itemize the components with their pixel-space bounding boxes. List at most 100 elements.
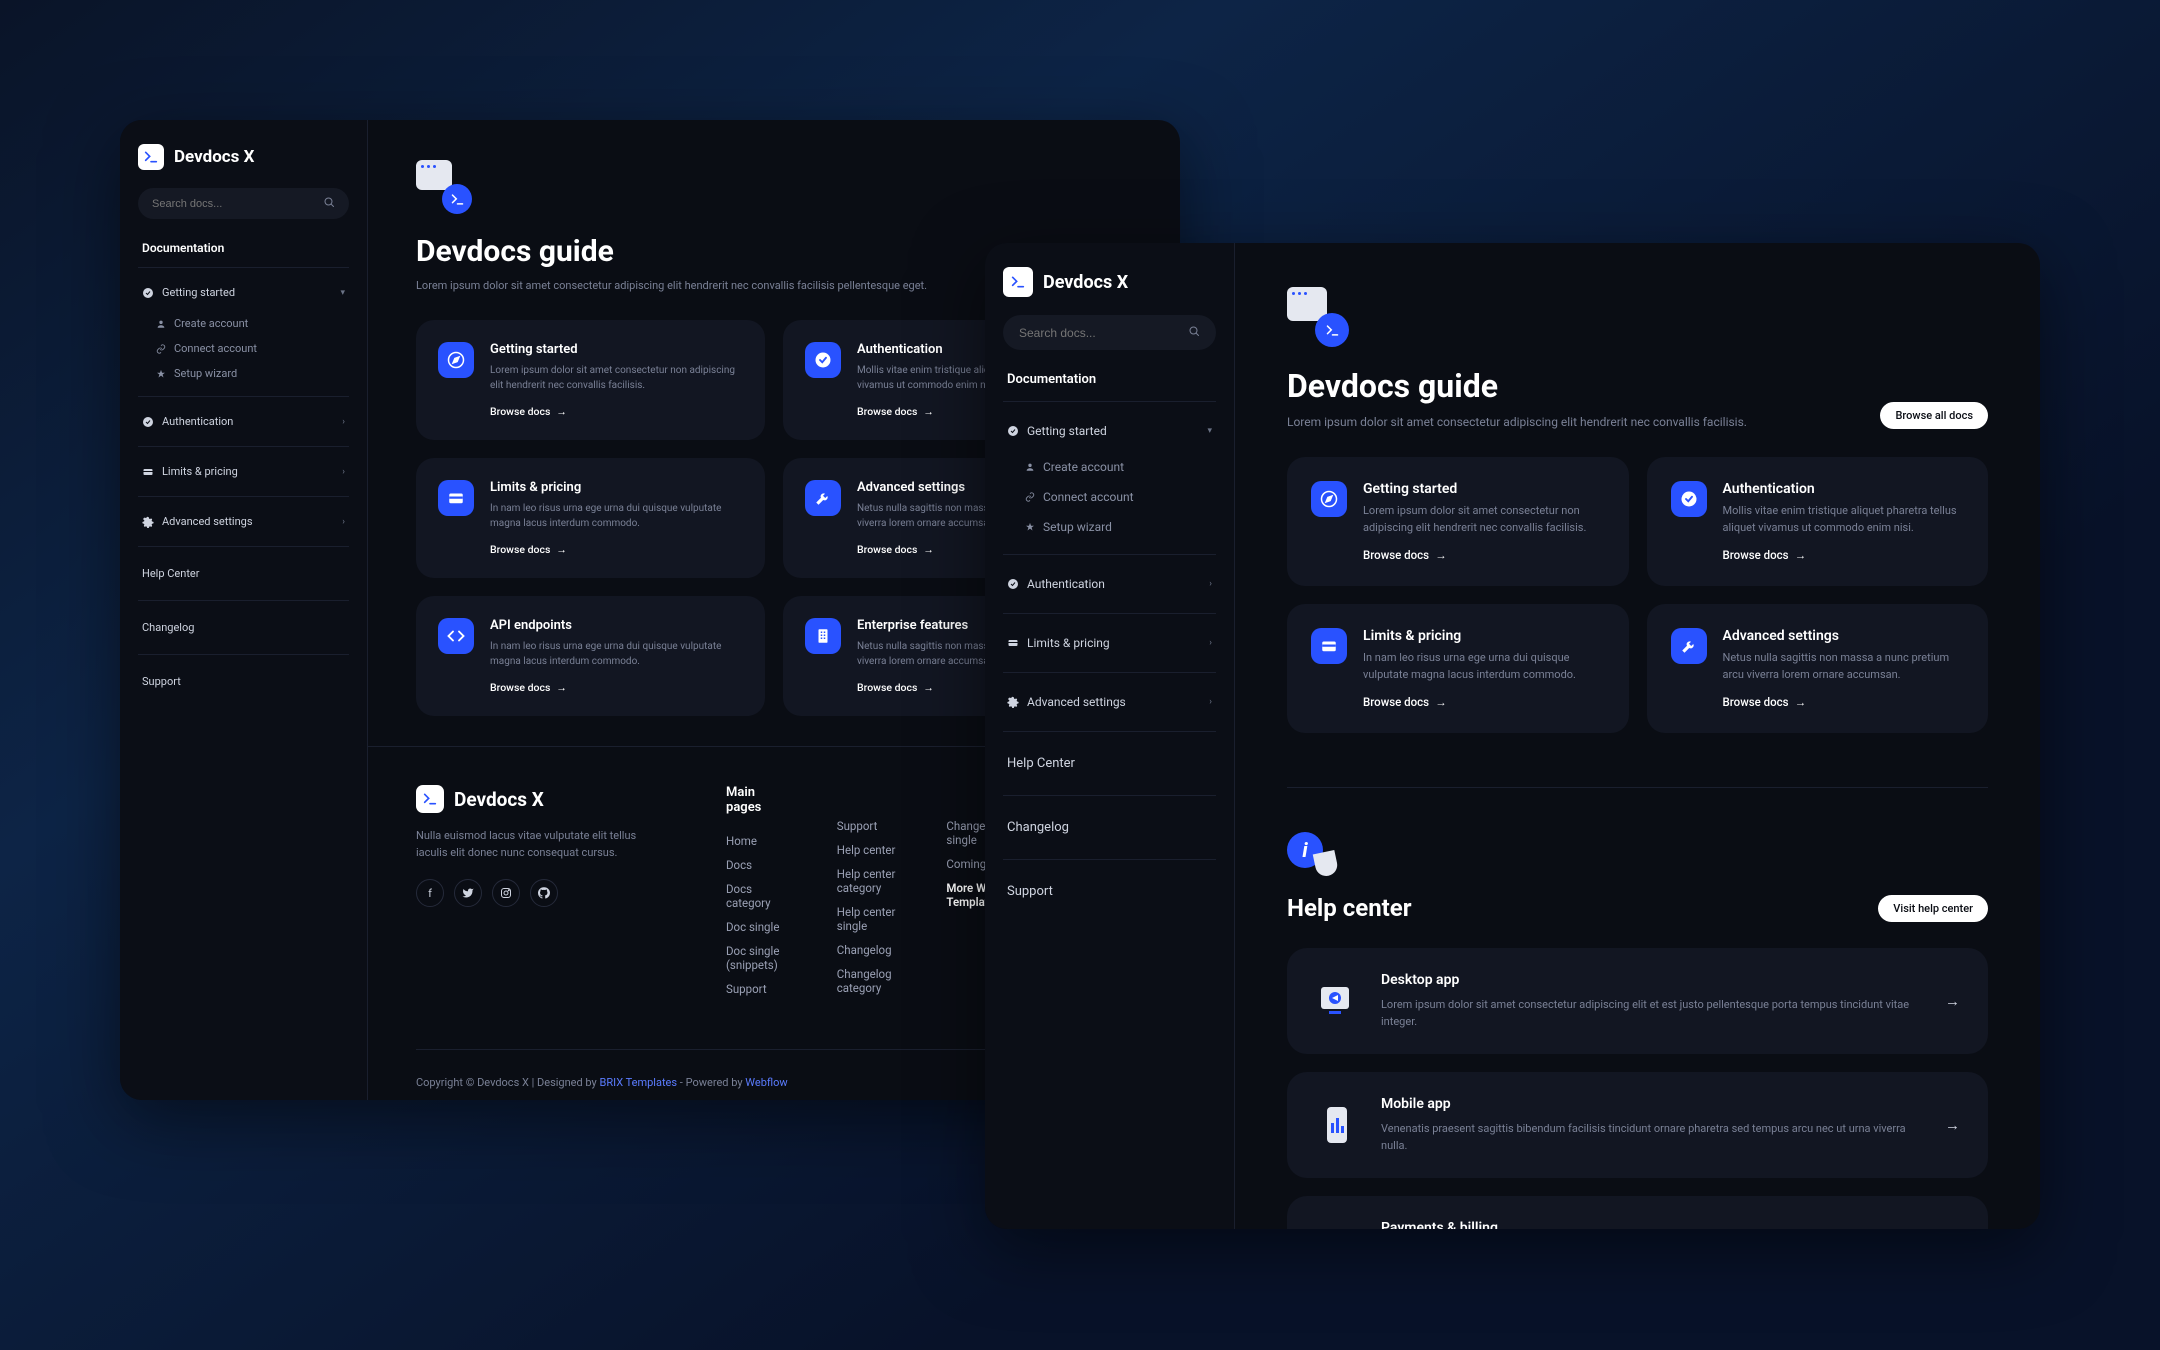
sidebar-item-getting-started[interactable]: Getting started▾	[1003, 414, 1216, 448]
browse-docs-link[interactable]: Browse docs →	[1723, 695, 1965, 709]
check-circle-icon	[142, 416, 154, 428]
github-icon[interactable]	[530, 879, 558, 907]
visit-help-center-button[interactable]: Visit help center	[1878, 895, 1988, 922]
search-box[interactable]	[138, 188, 349, 219]
sidebar-sub-connect-account[interactable]: Connect account	[138, 336, 349, 361]
card-description: Mollis vitae enim tristique aliquet phar…	[1723, 503, 1965, 536]
chevron-down-icon: ▾	[340, 288, 345, 298]
footer-link[interactable]: Support	[837, 814, 899, 838]
footer-link[interactable]: Doc single	[726, 915, 789, 939]
logo-icon	[416, 785, 444, 813]
search-input[interactable]	[1019, 326, 1173, 340]
sidebar-sub-create-account[interactable]: Create account	[1003, 452, 1216, 482]
section-divider	[1287, 787, 1988, 788]
sidebar-link-changelog[interactable]: Changelog	[138, 611, 349, 644]
doc-card[interactable]: API endpointsIn nam leo risus urna ege u…	[416, 596, 765, 716]
divider	[138, 267, 349, 268]
search-input[interactable]	[152, 198, 308, 210]
webflow-link[interactable]: Webflow	[745, 1076, 787, 1089]
divider	[138, 496, 349, 497]
doc-card[interactable]: Getting startedLorem ipsum dolor sit ame…	[416, 320, 765, 440]
footer-link[interactable]: Help center	[837, 838, 899, 862]
browse-docs-link[interactable]: Browse docs →	[1363, 695, 1605, 709]
sidebar-link-help[interactable]: Help Center	[1003, 744, 1216, 783]
sidebar-sub-create-account[interactable]: Create account	[138, 311, 349, 336]
help-card[interactable]: Desktop appLorem ipsum dolor sit amet co…	[1287, 948, 1988, 1054]
footer-logo[interactable]: Devdocs X	[416, 785, 646, 813]
brand-name: Devdocs X	[1043, 272, 1128, 293]
brix-link[interactable]: BRIX Templates	[599, 1076, 677, 1089]
logo-icon	[138, 144, 164, 170]
footer-link[interactable]: Help center single	[837, 900, 899, 938]
footer-link[interactable]: Home	[726, 829, 789, 853]
sidebar-sub-setup-wizard[interactable]: Setup wizard	[1003, 512, 1216, 542]
doc-card[interactable]: Advanced settingsNetus nulla sagittis no…	[1647, 604, 1989, 733]
footer-link[interactable]: Docs category	[726, 877, 789, 915]
sidebar: Devdocs X Documentation Getting started▾…	[985, 243, 1235, 1229]
footer-link[interactable]: Support	[726, 977, 789, 1001]
help-card-icon	[1315, 979, 1359, 1023]
sidebar-sub-connect-account[interactable]: Connect account	[1003, 482, 1216, 512]
card-icon	[142, 466, 154, 478]
card-title: Getting started	[490, 342, 743, 357]
browse-all-button[interactable]: Browse all docs	[1880, 402, 1988, 429]
card-description: Lorem ipsum dolor sit amet consectetur n…	[1363, 503, 1605, 536]
footer-tagline: Nulla euismod lacus vitae vulputate elit…	[416, 827, 646, 861]
logo[interactable]: Devdocs X	[1003, 267, 1216, 297]
sidebar-item-authentication[interactable]: Authentication›	[1003, 567, 1216, 601]
divider	[138, 396, 349, 397]
footer-link[interactable]: Doc single (snippets)	[726, 939, 789, 977]
doc-card[interactable]: AuthenticationMollis vitae enim tristiqu…	[1647, 457, 1989, 586]
doc-card[interactable]: Limits & pricingIn nam leo risus urna eg…	[416, 458, 765, 578]
browse-docs-link[interactable]: Browse docs →	[490, 543, 743, 556]
divider	[138, 654, 349, 655]
doc-card[interactable]: Getting startedLorem ipsum dolor sit ame…	[1287, 457, 1629, 586]
footer-heading: Main pages	[726, 785, 789, 815]
browse-docs-link[interactable]: Browse docs →	[1363, 548, 1605, 562]
footer-link[interactable]: Changelog	[837, 938, 899, 962]
footer-link[interactable]: Help center category	[837, 862, 899, 900]
card-title: Advanced settings	[1723, 628, 1965, 644]
sidebar-link-changelog[interactable]: Changelog	[1003, 808, 1216, 847]
arrow-right-icon: →	[1945, 1116, 1960, 1134]
sidebar-item-advanced-settings[interactable]: Advanced settings›	[1003, 685, 1216, 719]
instagram-icon[interactable]	[492, 879, 520, 907]
chevron-right-icon: ›	[1209, 579, 1212, 589]
wrench-icon	[1671, 628, 1707, 664]
facebook-icon[interactable]: f	[416, 879, 444, 907]
footer-link[interactable]: Docs	[726, 853, 789, 877]
browse-docs-link[interactable]: Browse docs →	[490, 681, 743, 694]
arrow-right-icon: →	[556, 405, 567, 418]
search-box[interactable]	[1003, 315, 1216, 350]
sidebar-item-limits-pricing[interactable]: Limits & pricing›	[1003, 626, 1216, 660]
footer-link[interactable]: Changelog category	[837, 962, 899, 1000]
sidebar-item-limits-pricing[interactable]: Limits & pricing›	[138, 457, 349, 486]
sidebar-link-support[interactable]: Support	[138, 665, 349, 698]
help-cards-list: Desktop appLorem ipsum dolor sit amet co…	[1287, 948, 1988, 1229]
check-icon	[1671, 481, 1707, 517]
sidebar-link-help[interactable]: Help Center	[138, 557, 349, 590]
search-icon	[323, 196, 335, 211]
browse-docs-link[interactable]: Browse docs →	[490, 405, 743, 418]
browse-docs-link[interactable]: Browse docs →	[1723, 548, 1965, 562]
arrow-right-icon: →	[923, 681, 934, 694]
sidebar-link-support[interactable]: Support	[1003, 872, 1216, 911]
logo[interactable]: Devdocs X	[138, 144, 349, 170]
sidebar-item-advanced-settings[interactable]: Advanced settings›	[138, 507, 349, 536]
content-area: Devdocs guide Lorem ipsum dolor sit amet…	[1235, 243, 2040, 1229]
doc-card[interactable]: Limits & pricingIn nam leo risus urna eg…	[1287, 604, 1629, 733]
wrench-icon	[805, 480, 841, 516]
footer-col-2: . SupportHelp centerHelp center category…	[837, 785, 899, 1001]
twitter-icon[interactable]	[454, 879, 482, 907]
hero-icon	[1287, 287, 1349, 349]
help-card-icon	[1315, 1227, 1359, 1229]
divider	[1003, 613, 1216, 614]
help-card[interactable]: Payments & billingSagittis mauris vel qu…	[1287, 1196, 1988, 1229]
help-card[interactable]: Mobile appVenenatis praesent sagittis bi…	[1287, 1072, 1988, 1178]
sidebar-item-getting-started[interactable]: Getting started ▾	[138, 278, 349, 307]
divider	[1003, 859, 1216, 860]
sidebar-item-authentication[interactable]: Authentication›	[138, 407, 349, 436]
divider	[1003, 795, 1216, 796]
help-hero-icon: i	[1287, 832, 1343, 876]
sidebar-sub-setup-wizard[interactable]: Setup wizard	[138, 361, 349, 386]
